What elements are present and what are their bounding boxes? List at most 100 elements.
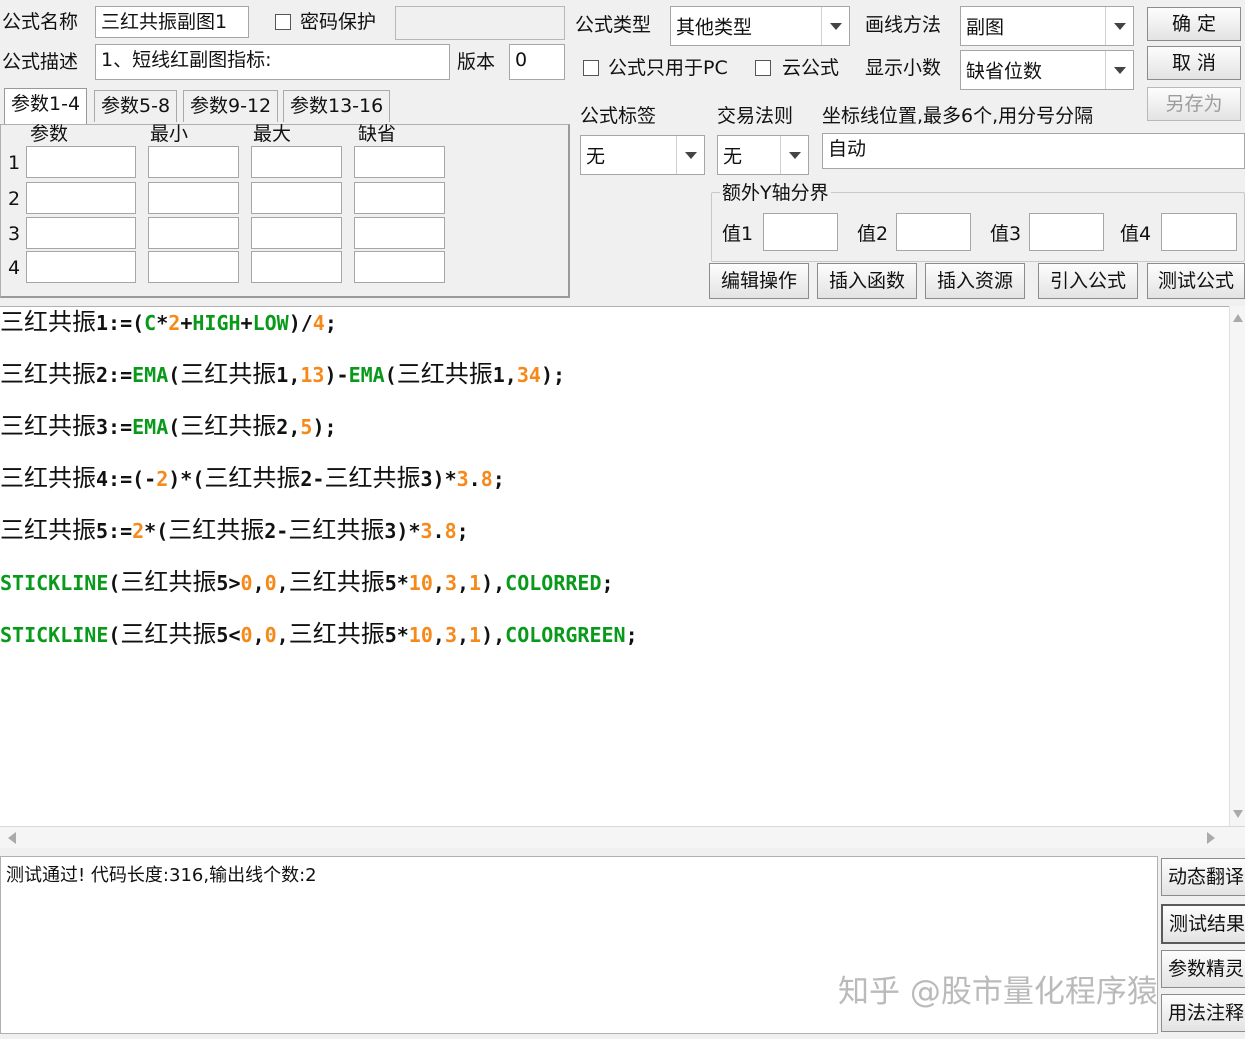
- y-value-1-input[interactable]: [763, 213, 838, 251]
- y-value-2-input[interactable]: [896, 213, 971, 251]
- param-4-max[interactable]: [251, 251, 342, 283]
- cancel-button[interactable]: 取 消: [1147, 46, 1241, 80]
- code-line-2: 三红共振2:=EMA(三红共振1,13)-EMA(三红共振1,34);: [0, 360, 566, 388]
- param-row-number: 4: [8, 257, 21, 279]
- password-checkbox[interactable]: [275, 14, 291, 30]
- draw-method-label: 画线方法: [865, 14, 942, 36]
- scroll-up-icon[interactable]: [1233, 314, 1243, 322]
- cloud-label: 云公式: [782, 57, 840, 79]
- axis-line-label: 坐标线位置,最多6个,用分号分隔: [822, 105, 1094, 127]
- version-input[interactable]: 0: [509, 44, 565, 80]
- version-label: 版本: [457, 51, 496, 73]
- code-line-1: 三红共振1:=(C*2+HIGH+LOW)/4;: [0, 308, 337, 336]
- zhihu-watermark: 知乎 @股市量化程序猿: [838, 974, 1158, 1010]
- param-header-default: 缺省: [358, 123, 397, 145]
- test-result-message: 测试通过! 代码长度:316,输出线个数:2: [6, 865, 317, 886]
- scroll-down-icon[interactable]: [1233, 810, 1243, 818]
- param-1-min[interactable]: [148, 146, 239, 178]
- decimal-select[interactable]: 缺省位数: [960, 50, 1134, 90]
- save-as-button[interactable]: 另存为: [1147, 87, 1241, 121]
- param-2-default[interactable]: [354, 182, 445, 214]
- draw-method-select[interactable]: 副图: [960, 6, 1134, 46]
- code-line-6: STICKLINE(三红共振5>0,0,三红共振5*10,3,1),COLORR…: [0, 568, 614, 596]
- editor-vertical-scrollbar[interactable]: [1229, 306, 1245, 826]
- formula-desc-label: 公式描述: [2, 51, 79, 73]
- cloud-checkbox[interactable]: [755, 60, 771, 76]
- y-value-2-label: 值2: [857, 223, 889, 245]
- y-value-1-label: 值1: [722, 223, 754, 245]
- param-4-default[interactable]: [354, 251, 445, 283]
- code-editor[interactable]: 三红共振1:=(C*2+HIGH+LOW)/4; 三红共振2:=EMA(三红共振…: [0, 306, 1245, 826]
- code-line-3: 三红共振3:=EMA(三红共振2,5);: [0, 412, 337, 440]
- scroll-left-icon[interactable]: [8, 832, 16, 844]
- editor-horizontal-scrollbar[interactable]: [0, 826, 1245, 848]
- param-header-min: 最小: [150, 123, 189, 145]
- code-line-5: 三红共振5:=2*(三红共振2-三红共振3)*3.8;: [0, 516, 469, 544]
- draw-method-value: 副图: [966, 16, 1005, 39]
- param-1-default[interactable]: [354, 146, 445, 178]
- param-2-name[interactable]: [26, 182, 136, 214]
- y-value-3-input[interactable]: [1029, 213, 1104, 251]
- param-4-min[interactable]: [148, 251, 239, 283]
- edit-operations-button[interactable]: 编辑操作: [709, 263, 809, 299]
- param-row-number: 2: [8, 188, 21, 210]
- ok-button[interactable]: 确 定: [1147, 7, 1241, 41]
- trade-rule-value: 无: [723, 145, 743, 168]
- param-2-max[interactable]: [251, 182, 342, 214]
- chevron-down-icon[interactable]: [780, 136, 808, 174]
- formula-name-label: 公式名称: [2, 11, 79, 33]
- chevron-down-icon[interactable]: [1105, 7, 1133, 45]
- param-row-number: 1: [8, 152, 21, 174]
- decimal-label: 显示小数: [865, 57, 942, 79]
- test-result-button[interactable]: 测试结果: [1161, 904, 1245, 944]
- trade-rule-select[interactable]: 无: [717, 135, 809, 175]
- code-line-7: STICKLINE(三红共振5<0,0,三红共振5*10,3,1),COLORG…: [0, 620, 638, 648]
- chevron-down-icon[interactable]: [676, 136, 704, 174]
- y-value-4-label: 值4: [1120, 223, 1152, 245]
- chevron-down-icon[interactable]: [1105, 51, 1133, 89]
- scroll-right-icon[interactable]: [1207, 832, 1215, 844]
- formula-tag-value: 无: [586, 145, 606, 168]
- tab-params-9-12[interactable]: 参数9-12: [183, 90, 279, 122]
- dynamic-translate-button[interactable]: 动态翻译: [1161, 858, 1245, 896]
- param-1-name[interactable]: [26, 146, 136, 178]
- chevron-down-icon[interactable]: [821, 7, 849, 45]
- axis-line-input[interactable]: 自动: [822, 133, 1245, 169]
- trade-rule-label: 交易法则: [717, 105, 794, 127]
- extra-y-axis-label: 额外Y轴分界: [720, 181, 831, 205]
- param-3-name[interactable]: [26, 217, 136, 249]
- param-3-max[interactable]: [251, 217, 342, 249]
- y-value-3-label: 值3: [990, 223, 1022, 245]
- test-formula-button[interactable]: 测试公式: [1147, 263, 1245, 299]
- formula-tag-select[interactable]: 无: [580, 135, 705, 175]
- param-4-name[interactable]: [26, 251, 136, 283]
- param-2-min[interactable]: [148, 182, 239, 214]
- import-formula-button[interactable]: 引入公式: [1038, 263, 1138, 299]
- formula-type-label: 公式类型: [575, 14, 652, 36]
- param-1-max[interactable]: [251, 146, 342, 178]
- formula-type-select[interactable]: 其他类型: [670, 6, 850, 46]
- insert-resource-button[interactable]: 插入资源: [925, 263, 1025, 299]
- formula-name-input[interactable]: 三红共振副图1: [95, 6, 249, 38]
- pc-only-checkbox[interactable]: [583, 60, 599, 76]
- pc-only-label: 公式只用于PC: [608, 57, 728, 79]
- y-value-4-input[interactable]: [1161, 213, 1237, 251]
- param-3-min[interactable]: [148, 217, 239, 249]
- formula-tag-label: 公式标签: [580, 105, 657, 127]
- decimal-value: 缺省位数: [966, 60, 1043, 83]
- usage-notes-button[interactable]: 用法注释: [1161, 994, 1245, 1032]
- tab-params-1-4[interactable]: 参数1-4: [4, 88, 88, 124]
- insert-function-button[interactable]: 插入函数: [817, 263, 917, 299]
- param-row-number: 3: [8, 223, 21, 245]
- password-label: 密码保护: [300, 11, 377, 33]
- param-header-max: 最大: [253, 123, 292, 145]
- param-wizard-button[interactable]: 参数精灵: [1161, 950, 1245, 988]
- formula-type-value: 其他类型: [676, 16, 753, 39]
- param-3-default[interactable]: [354, 217, 445, 249]
- param-header-name: 参数: [30, 123, 69, 145]
- code-line-4: 三红共振4:=(-2)*(三红共振2-三红共振3)*3.8;: [0, 464, 505, 492]
- formula-desc-input[interactable]: 1、短线红副图指标:: [95, 44, 450, 80]
- password-input[interactable]: [395, 6, 565, 40]
- tab-params-5-8[interactable]: 参数5-8: [94, 90, 178, 122]
- tab-params-13-16[interactable]: 参数13-16: [283, 90, 391, 122]
